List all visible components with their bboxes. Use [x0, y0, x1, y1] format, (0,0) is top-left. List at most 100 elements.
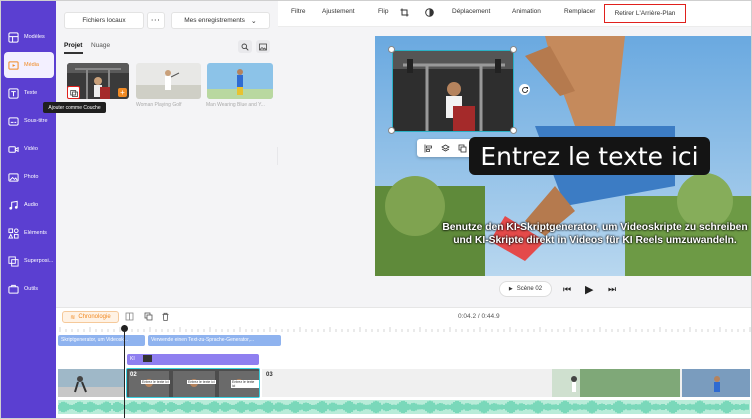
nav-item-video[interactable]: Vidéo: [4, 136, 54, 162]
video-clip-02[interactable]: 02 Entrez le texte ici Entrez le texte i…: [126, 368, 260, 398]
trash-icon: [162, 312, 169, 321]
chevron-down-icon: ⌄: [250, 17, 257, 25]
contrast-icon: [425, 8, 434, 17]
add-to-project-button[interactable]: +: [118, 88, 127, 97]
video-clip-01[interactable]: [58, 369, 124, 397]
split-button[interactable]: [125, 312, 134, 323]
timeline-ruler: [59, 327, 751, 332]
nav-label: Modèles: [24, 34, 45, 40]
playhead[interactable]: [124, 325, 125, 418]
replace-button[interactable]: Remplacer: [564, 8, 595, 15]
tab-project[interactable]: Projet: [64, 42, 82, 49]
nav-label: Audio: [24, 202, 39, 208]
nav-item-media[interactable]: Média: [4, 52, 54, 78]
overlay-tag: Entrez le texte ici: [231, 380, 259, 388]
nav-label: Vidéo: [24, 146, 38, 152]
delete-button[interactable]: [161, 312, 170, 323]
remove-bg-label: Retirer L'Arrière-Plan: [614, 10, 676, 17]
recordings-dropdown[interactable]: Mes enregistrements ⌄: [171, 12, 270, 29]
selected-layer[interactable]: [392, 50, 514, 132]
scene-label: Scène 02: [516, 286, 543, 292]
nav-item-audio[interactable]: Audio: [4, 192, 54, 218]
clip-number: 03: [266, 372, 273, 378]
remove-background-button[interactable]: Retirer L'Arrière-Plan: [604, 4, 686, 23]
media-thumb-man[interactable]: [207, 63, 273, 99]
tooltip: Ajouter comme Couche: [43, 102, 106, 113]
media-thumb-golf[interactable]: [136, 63, 201, 99]
subtitle-icon: [8, 116, 19, 126]
scene-selector[interactable]: ▶ Scène 02: [499, 281, 552, 297]
adjust-button[interactable]: Ajustement: [322, 8, 355, 15]
add-as-layer-button[interactable]: [67, 86, 80, 99]
nav-label: Texte: [24, 90, 38, 96]
gallery-button[interactable]: [256, 40, 270, 53]
rotate-handle[interactable]: [519, 84, 530, 95]
elements-icon: [8, 227, 19, 239]
rotate-icon: [521, 86, 528, 93]
filter-button[interactable]: Filtre: [291, 8, 305, 15]
subtitle-text[interactable]: Benutze den KI-Skriptgenerator, um Video…: [440, 221, 750, 247]
tab-cloud[interactable]: Nuage: [91, 42, 110, 49]
media-icon: [8, 60, 19, 70]
playhead-handle[interactable]: [121, 325, 128, 332]
color-button[interactable]: [425, 8, 434, 19]
video-icon: [8, 145, 19, 153]
clip-number: 02: [130, 372, 137, 378]
local-files-button[interactable]: Fichiers locaux: [64, 12, 144, 29]
more-options-button[interactable]: ···: [147, 12, 165, 29]
video-clip-03[interactable]: 03: [262, 369, 750, 397]
clip-thumb: [143, 355, 153, 363]
subtitle-clip[interactable]: Skriptgenerator, um Videosk...: [58, 335, 145, 346]
text-icon: [8, 87, 19, 99]
nav-item-tools[interactable]: Outils: [4, 276, 54, 302]
nav-item-templates[interactable]: Modèles: [4, 24, 54, 50]
recordings-label: Mes enregistrements: [184, 17, 245, 24]
overlay-tag: Entrez le texte ici: [187, 380, 216, 384]
timeline-icon: ≋: [70, 314, 76, 321]
subtitle-clip[interactable]: Verwende einen Text-zu-Sprache-Generator…: [148, 335, 281, 346]
resize-handle[interactable]: [388, 127, 395, 134]
nav-label: Outils: [24, 286, 39, 292]
crop-button[interactable]: [400, 8, 409, 19]
skip-back-icon: ⏮: [563, 284, 572, 294]
resize-handle[interactable]: [510, 127, 517, 134]
skip-forward-icon: ⏭: [608, 284, 617, 294]
title-text-box[interactable]: Entrez le texte ici: [469, 137, 710, 175]
nav-item-elements[interactable]: Eléments: [4, 220, 54, 246]
thumb-caption: Woman Playing Golf: [136, 102, 182, 108]
duplicate-icon[interactable]: [458, 144, 467, 153]
ai-layer-clip[interactable]: KI: [127, 354, 259, 365]
search-button[interactable]: [238, 40, 252, 53]
flip-button[interactable]: Flip: [378, 8, 388, 15]
play-icon: ▶: [585, 284, 594, 296]
motion-button[interactable]: Déplacement: [452, 8, 490, 15]
overlay-icon: [8, 255, 19, 267]
crop-icon: [400, 8, 409, 17]
left-sidebar: Modèles Média Texte Sous-titre Vidéo Pho…: [1, 1, 56, 418]
nav-label: Eléments: [24, 230, 47, 236]
overlay-tag: Entrez le texte ici: [141, 380, 170, 384]
golf-thumbnail-image: [136, 63, 201, 99]
previous-button[interactable]: ⏮: [563, 284, 571, 295]
next-button[interactable]: ⏭: [608, 284, 616, 295]
audio-waveform[interactable]: [58, 400, 750, 414]
nav-item-overlay[interactable]: Superposi...: [4, 248, 54, 274]
tab-underline: [64, 52, 83, 54]
time-display: 0:04.2 / 0:44.9: [458, 313, 500, 320]
more-icon: ···: [151, 17, 161, 24]
audio-icon: [9, 200, 18, 210]
layers-icon[interactable]: [441, 144, 450, 153]
resize-handle[interactable]: [388, 46, 395, 53]
templates-icon: [8, 31, 19, 43]
play-button[interactable]: ▶: [585, 283, 593, 296]
resize-handle[interactable]: [510, 46, 517, 53]
align-icon[interactable]: [424, 144, 433, 153]
clip-thumbnail: [262, 369, 750, 397]
play-small-icon: ▶: [508, 286, 513, 292]
nav-item-photo[interactable]: Photo: [4, 164, 54, 190]
clip-thumbnail: [58, 369, 124, 397]
ai-clip-label: KI: [130, 356, 135, 362]
animation-button[interactable]: Animation: [512, 8, 541, 15]
copy-button[interactable]: [144, 312, 153, 323]
timeline-toggle[interactable]: ≋ Chronologie: [62, 311, 119, 323]
